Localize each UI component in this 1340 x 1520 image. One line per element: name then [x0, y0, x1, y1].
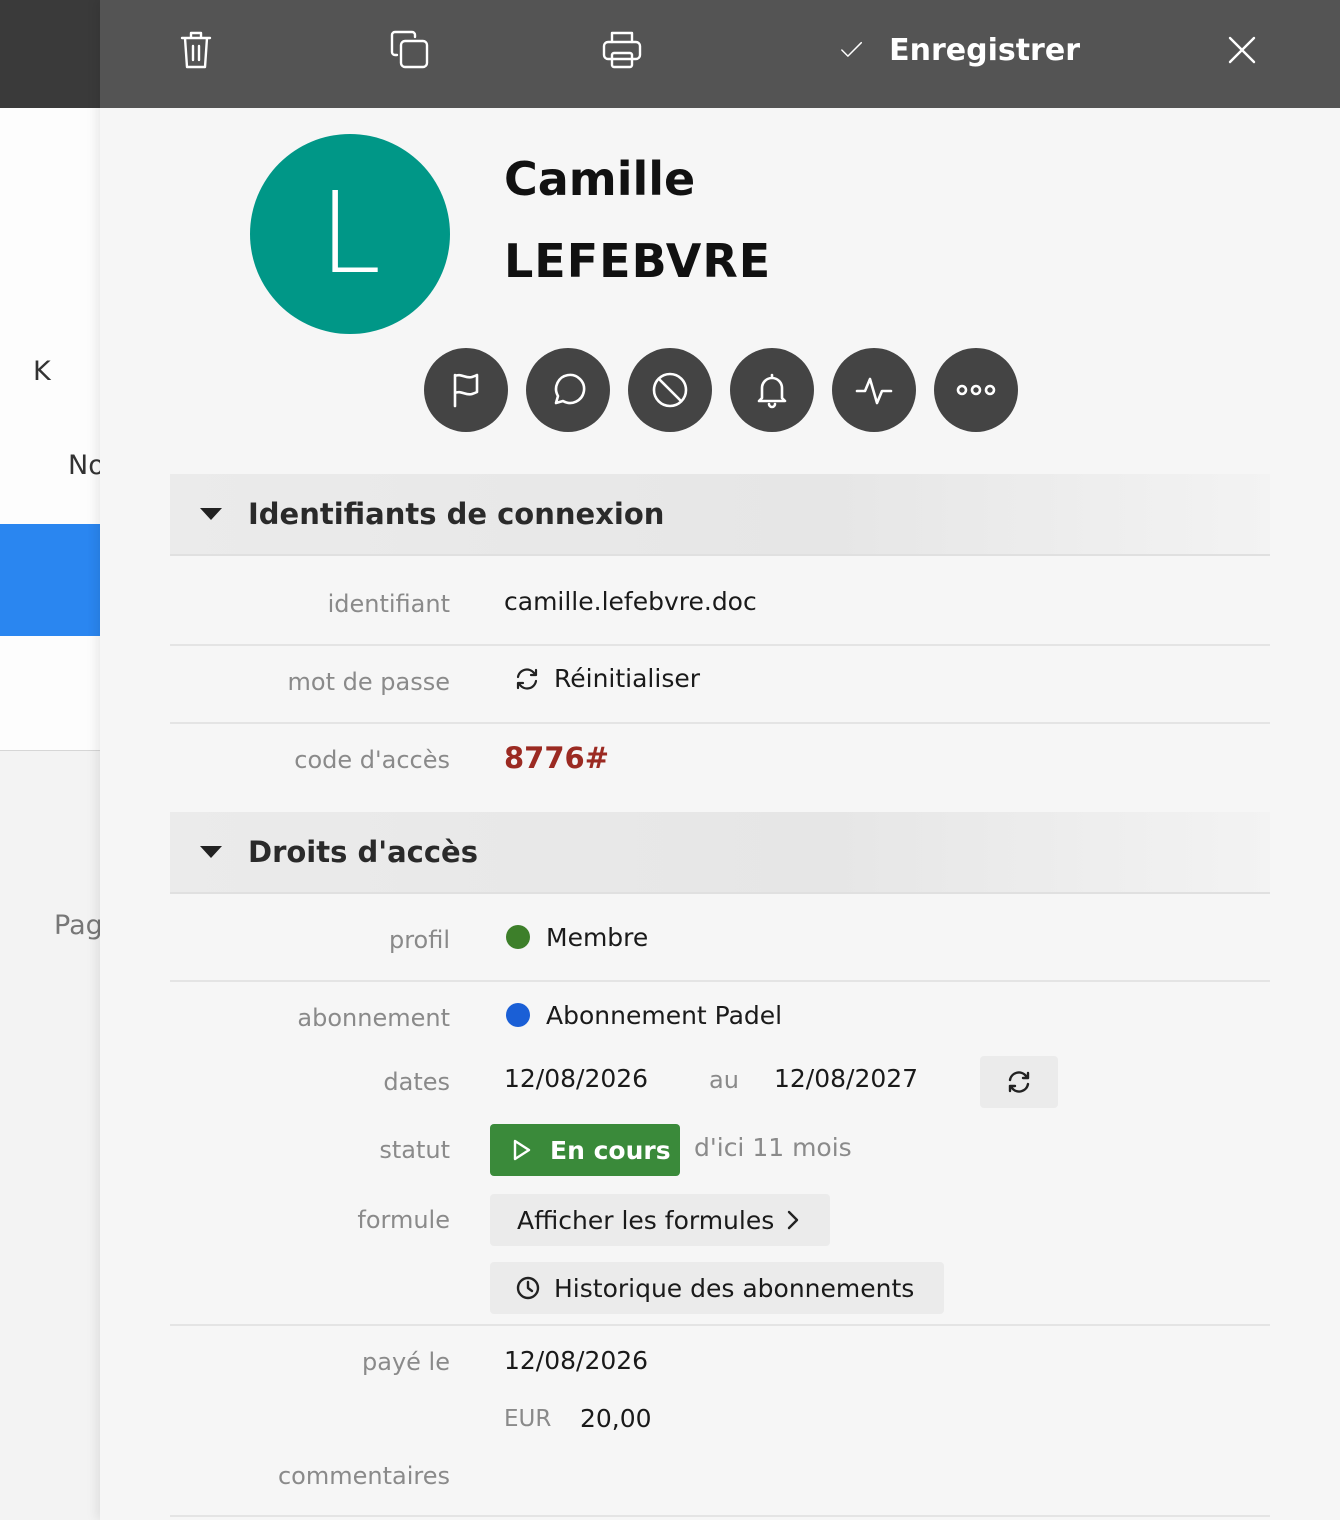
caret-down-icon: [200, 846, 222, 858]
printer-icon: [602, 31, 642, 69]
profile-label: profil: [388, 926, 450, 954]
reset-password-button[interactable]: Réinitialiser: [514, 664, 700, 693]
profile-status-dot: [506, 925, 530, 949]
subscription-label: abonnement: [297, 1004, 450, 1032]
message-button[interactable]: [526, 348, 610, 432]
check-icon: [841, 41, 863, 57]
dates-label: dates: [383, 1068, 450, 1096]
profile-text: Membre: [546, 923, 649, 952]
profile-value[interactable]: Membre: [506, 923, 648, 952]
row-divider: [170, 980, 1270, 982]
identifier-label: identifiant: [327, 590, 450, 618]
background-panel: K No Pag: [0, 0, 100, 1520]
currency-label: EUR: [504, 1406, 552, 1432]
identifier-value[interactable]: camille.lefebvre.doc: [504, 587, 757, 616]
subscription-value[interactable]: Abonnement Padel: [506, 1001, 782, 1030]
caret-down-icon: [200, 508, 222, 520]
avatar: L: [250, 134, 450, 334]
block-button[interactable]: [628, 348, 712, 432]
save-label: Enregistrer: [889, 32, 1080, 68]
show-formulas-button[interactable]: Afficher les formules: [490, 1194, 830, 1246]
subscription-history-label: Historique des abonnements: [554, 1273, 915, 1303]
access-code-label: code d'accès: [294, 746, 450, 774]
renew-dates-button[interactable]: [980, 1056, 1058, 1108]
copy-icon: [390, 30, 429, 69]
paid-label: payé le: [362, 1348, 450, 1376]
date-separator: au: [709, 1066, 739, 1094]
refresh-icon: [516, 667, 538, 690]
avatar-initial: L: [318, 169, 382, 299]
play-icon: [513, 1139, 531, 1161]
first-name: Camille: [504, 152, 696, 206]
close-button[interactable]: [1222, 26, 1262, 74]
row-divider: [170, 1324, 1270, 1326]
section-rights-header[interactable]: Droits d'accès: [170, 812, 1270, 894]
block-icon: [652, 372, 688, 408]
status-note: d'ici 11 mois: [694, 1133, 852, 1162]
section-login-title: Identifiants de connexion: [248, 497, 665, 531]
background-divider: [0, 750, 100, 751]
section-rights-title: Droits d'accès: [248, 835, 478, 869]
background-text-no: No: [68, 450, 100, 481]
amount-value[interactable]: 20,00: [580, 1404, 652, 1433]
row-divider: [170, 722, 1270, 724]
background-text-pag: Pag: [54, 910, 100, 941]
refresh-icon: [1008, 1071, 1030, 1093]
flag-button[interactable]: [424, 348, 508, 432]
chevron-right-icon: [788, 1210, 799, 1230]
access-code-value: 8776#: [504, 741, 610, 775]
status-text: En cours: [550, 1135, 671, 1165]
last-name: LEFEBVRE: [504, 234, 772, 288]
status-label: statut: [379, 1136, 450, 1164]
flag-icon: [453, 373, 479, 408]
trash-icon: [180, 31, 212, 69]
row-divider: [170, 644, 1270, 646]
background-header: [0, 0, 100, 108]
toolbar: Enregistrer: [100, 0, 1340, 108]
close-icon: [1228, 36, 1256, 64]
password-label: mot de passe: [287, 668, 450, 696]
subscription-status-dot: [506, 1003, 530, 1027]
date-start[interactable]: 12/08/2026: [504, 1064, 648, 1093]
delete-button[interactable]: [172, 26, 220, 74]
activity-button[interactable]: [832, 348, 916, 432]
reset-label: Réinitialiser: [554, 664, 701, 693]
action-buttons: [424, 348, 1018, 432]
show-formulas-label: Afficher les formules: [517, 1205, 775, 1235]
print-button[interactable]: [598, 26, 646, 74]
clock-icon: [516, 1276, 540, 1300]
status-badge: En cours: [490, 1124, 680, 1176]
subscription-text: Abonnement Padel: [546, 1001, 783, 1030]
background-letter: K: [33, 356, 51, 387]
formula-label: formule: [357, 1206, 450, 1234]
more-button[interactable]: [934, 348, 1018, 432]
comments-label: commentaires: [277, 1462, 450, 1490]
notification-button[interactable]: [730, 348, 814, 432]
date-end[interactable]: 12/08/2027: [774, 1064, 918, 1093]
background-area: [0, 636, 100, 750]
row-divider: [170, 1515, 1270, 1517]
section-login-header[interactable]: Identifiants de connexion: [170, 474, 1270, 556]
chat-bubble-icon: [554, 373, 586, 405]
activity-icon: [855, 377, 893, 405]
bell-icon: [757, 373, 787, 409]
save-button[interactable]: Enregistrer: [840, 26, 1080, 74]
subscription-history-button[interactable]: Historique des abonnements: [490, 1262, 944, 1314]
background-selected-row[interactable]: [0, 524, 100, 636]
duplicate-button[interactable]: [386, 26, 434, 74]
more-dots-icon: [956, 384, 996, 396]
member-detail-panel: Enregistrer L Camille LEFEBVRE Identifia…: [100, 0, 1340, 1520]
paid-date[interactable]: 12/08/2026: [504, 1346, 648, 1375]
